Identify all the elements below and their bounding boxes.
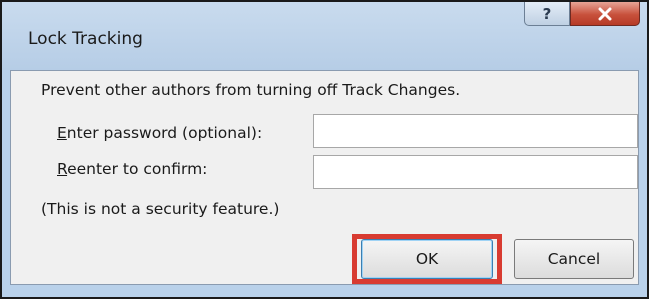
close-button[interactable] xyxy=(570,2,640,26)
dialog-body: Prevent other authors from turning off T… xyxy=(10,70,639,285)
confirm-label-mnemonic: R xyxy=(57,160,68,178)
title-bar: Lock Tracking ? xyxy=(2,2,647,70)
confirm-label: Reenter to confirm: xyxy=(57,160,207,178)
confirm-label-text: eenter to confirm: xyxy=(67,160,208,178)
help-button[interactable]: ? xyxy=(524,2,570,26)
close-icon xyxy=(598,7,612,20)
security-note: (This is not a security feature.) xyxy=(41,200,280,218)
description-text: Prevent other authors from turning off T… xyxy=(41,81,461,99)
lock-tracking-dialog: Lock Tracking ? Prevent other authors fr… xyxy=(0,0,649,299)
dialog-title: Lock Tracking xyxy=(28,29,143,49)
password-label: Enter password (optional): xyxy=(57,124,262,142)
confirm-password-input[interactable] xyxy=(313,155,638,189)
ok-button[interactable]: OK xyxy=(361,239,493,279)
cancel-button[interactable]: Cancel xyxy=(514,239,634,279)
password-label-text: nter password (optional): xyxy=(66,124,263,142)
password-label-mnemonic: E xyxy=(57,124,67,142)
help-icon: ? xyxy=(542,4,552,23)
password-input[interactable] xyxy=(313,114,638,148)
